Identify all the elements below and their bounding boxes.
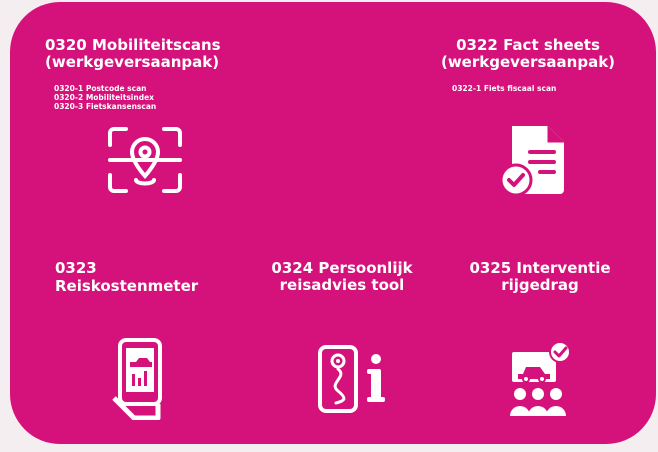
card-0324-title-line1: 0324 Persoonlijk: [271, 259, 413, 277]
location-scan-icon: [108, 127, 182, 193]
document-check-icon: [499, 126, 564, 196]
phone-chart-icon: [112, 338, 162, 420]
card-0322-item: 0322-1 Fiets fiscaal scan: [452, 84, 557, 93]
phone-route-info-icon: [318, 345, 385, 413]
card-0320-title-line2: (werkgeversaanpak): [45, 53, 220, 71]
card-0323-title: 0323 Reiskostenmeter: [55, 259, 199, 295]
card-0320-title-line1: 0320 Mobiliteitscans: [45, 36, 221, 54]
card-0322-title-line1: 0322 Fact sheets: [456, 36, 600, 54]
card-0325-title-line2: rijgedrag: [501, 276, 579, 294]
card-0325-title-line1: 0325 Interventie: [469, 259, 611, 277]
car-screen-audience-icon: [510, 341, 571, 416]
card-0320-item: 0320-3 Fietskansenscan: [54, 102, 157, 111]
card-0324-title-line2: reisadvies tool: [279, 276, 405, 294]
card-0322-title-line2: (werkgeversaanpak): [440, 53, 616, 71]
